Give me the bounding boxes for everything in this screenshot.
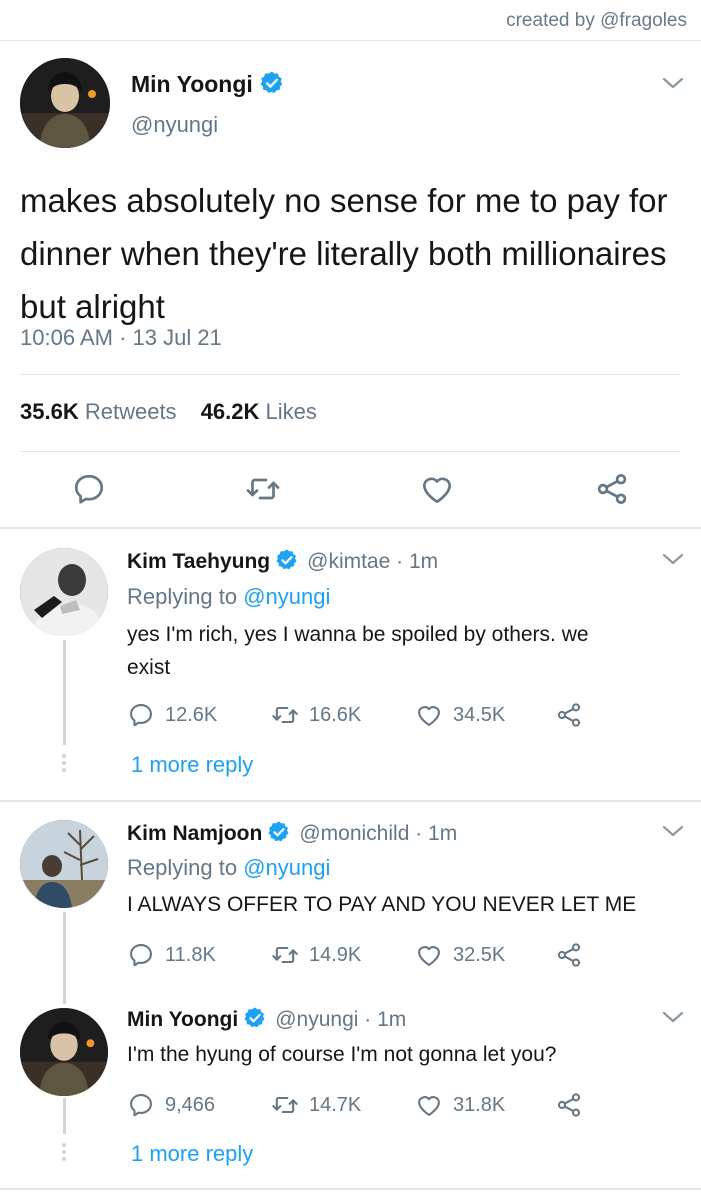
reply-button[interactable]: 11.8K [127, 940, 216, 970]
share-button[interactable] [555, 700, 593, 730]
retweet-button[interactable]: 14.7K [271, 1090, 361, 1120]
share-icon[interactable] [594, 471, 630, 507]
replying-to-label: Replying to [127, 584, 238, 609]
like-count: 34.5K [453, 703, 506, 726]
retweet-count: 14.7K [309, 1093, 362, 1116]
share-icon [555, 1091, 583, 1119]
retweet-icon[interactable] [245, 471, 281, 507]
like-button[interactable]: 32.5K [415, 940, 505, 970]
replying-to-link[interactable]: @nyungi [243, 584, 330, 609]
thread-line [63, 912, 66, 1004]
tweet-stats: 35.6K Retweets 46.2K Likes [20, 399, 317, 425]
reply-header: Kim Namjoon @monichild · 1m [127, 820, 457, 846]
reply-header: Min Yoongi @nyungi · 1m [127, 1006, 406, 1032]
chevron-down-icon[interactable] [662, 1010, 684, 1024]
verified-badge-icon [259, 70, 285, 96]
thread-line [63, 1098, 66, 1134]
reply-button[interactable]: 12.6K [127, 700, 217, 730]
retweet-icon [271, 941, 299, 969]
author-handle[interactable]: @nyungi [131, 112, 218, 138]
more-replies-link[interactable]: 1 more reply [131, 752, 253, 778]
reply-icon [127, 941, 155, 969]
divider [0, 40, 701, 41]
reply-icon[interactable] [71, 471, 107, 507]
avatar[interactable] [20, 1008, 108, 1096]
chevron-down-icon[interactable] [662, 552, 684, 566]
replying-to: Replying to @nyungi [127, 855, 330, 881]
like-count: 31.8K [453, 1093, 506, 1116]
retweet-button[interactable]: 16.6K [271, 700, 361, 730]
avatar[interactable] [20, 548, 108, 636]
retweet-count: 14.9K [309, 943, 362, 966]
reply-text: yes I'm rich, yes I wanna be spoiled by … [127, 623, 589, 679]
reply-icon [127, 1091, 155, 1119]
reply-header: Kim Taehyung @kimtae · 1m [127, 548, 438, 574]
likes-stat[interactable]: 46.2K Likes [201, 399, 317, 424]
like-icon[interactable] [419, 471, 455, 507]
retweet-count: 16.6K [309, 703, 362, 726]
reply-author-name[interactable]: Kim Namjoon [127, 822, 262, 845]
reply-text: I ALWAYS OFFER TO PAY AND YOU NEVER LET … [127, 893, 637, 916]
replying-to-label: Replying to [127, 855, 238, 880]
divider [0, 527, 701, 529]
like-icon [415, 1091, 443, 1119]
reply-icon [127, 701, 155, 729]
divider [20, 451, 681, 452]
avatar[interactable] [20, 58, 110, 148]
tweet-timestamp[interactable]: 10:06 AM · 13 Jul 21 [20, 325, 222, 351]
reply-author-handle[interactable]: @nyungi · 1m [275, 1008, 406, 1031]
retweet-button[interactable]: 14.9K [271, 940, 361, 970]
avatar[interactable] [20, 820, 108, 908]
divider [0, 800, 701, 802]
divider [20, 374, 681, 375]
reply-count: 11.8K [165, 943, 216, 966]
retweet-icon [271, 701, 299, 729]
chevron-down-icon[interactable] [662, 824, 684, 838]
more-replies-link[interactable]: 1 more reply [131, 1141, 253, 1167]
like-button[interactable]: 31.8K [415, 1090, 505, 1120]
retweet-icon [271, 1091, 299, 1119]
replying-to-link[interactable]: @nyungi [243, 855, 330, 880]
reply-author-name[interactable]: Kim Taehyung [127, 550, 270, 573]
reply-button[interactable]: 9,466 [127, 1090, 215, 1120]
divider [0, 1188, 701, 1190]
like-icon [415, 941, 443, 969]
reply-author-handle[interactable]: @monichild · 1m [299, 822, 457, 845]
reply-author-name[interactable]: Min Yoongi [127, 1008, 238, 1031]
author-name-text: Min Yoongi [131, 71, 253, 97]
replying-to: Replying to @nyungi [127, 584, 330, 610]
thread-dots [62, 1143, 67, 1164]
share-button[interactable] [555, 940, 593, 970]
likes-count: 46.2K [200, 399, 260, 424]
reply-author-handle[interactable]: @kimtae · 1m [307, 550, 438, 573]
share-icon [555, 941, 583, 969]
like-icon [415, 701, 443, 729]
share-icon [555, 701, 583, 729]
like-count: 32.5K [453, 943, 506, 966]
verified-badge-icon [243, 1006, 267, 1030]
retweets-count: 35.6K [20, 399, 79, 424]
chevron-down-icon[interactable] [662, 76, 684, 90]
credit-text: created by @fragoles [506, 10, 687, 31]
likes-label: Likes [265, 399, 317, 424]
thread-line [63, 640, 66, 745]
like-button[interactable]: 34.5K [415, 700, 505, 730]
author-name[interactable]: Min Yoongi [131, 70, 285, 98]
reply-count: 9,466 [165, 1093, 216, 1116]
reply-count: 12.6K [165, 703, 218, 726]
retweets-label: Retweets [84, 399, 177, 424]
thread-dots [62, 754, 67, 775]
reply-text: I'm the hyung of course I'm not gonna le… [127, 1043, 557, 1066]
share-button[interactable] [555, 1090, 593, 1120]
tweet-text: makes absolutely no sense for me to pay … [20, 182, 668, 325]
retweets-stat[interactable]: 35.6K Retweets [20, 399, 177, 424]
verified-badge-icon [267, 820, 291, 844]
verified-badge-icon [275, 548, 299, 572]
